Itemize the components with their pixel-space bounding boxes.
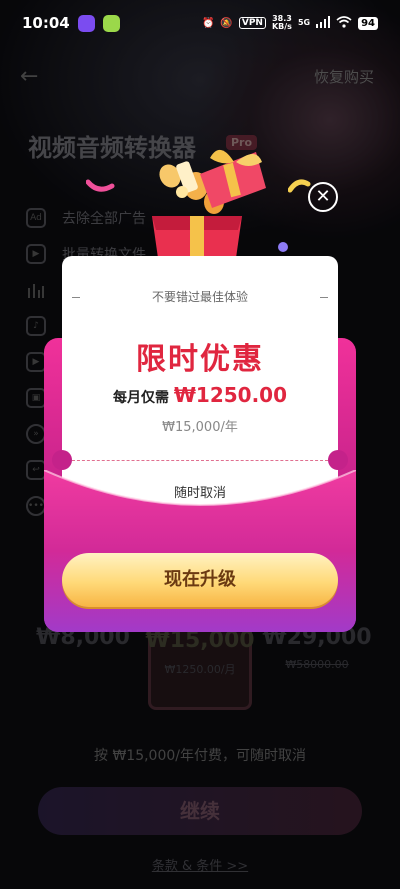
offer-headline: 限时优惠 [136,342,264,377]
ticket-divider [72,460,328,461]
ticket-notch [328,450,348,470]
monthly-amount: ₩1250.00 [173,383,288,407]
confetti-icon [86,179,115,192]
offer-yearly-price: ₩15,000/年 [162,420,238,435]
notification-app-icon [77,14,95,32]
vpn-badge: VPN [238,17,266,29]
signal-icon [316,15,331,31]
alarm-icon: ⏰ [201,17,215,29]
upgrade-now-button[interactable]: 现在升级 [62,553,338,607]
network-type: 5G [297,18,311,27]
confetti-dot-icon [278,242,288,252]
notification-app-icon [102,14,120,32]
offer-tagline: 不要错过最佳体验 [151,290,248,304]
clock: 10:04 [22,14,70,32]
ticket-notch [52,450,72,470]
speed-unit: KB/s [271,22,292,31]
battery-indicator: 94 [358,16,378,30]
close-popup-button[interactable]: ✕ [308,182,338,212]
wifi-icon [336,15,352,31]
limited-offer-popup: ✕ 不要错过最佳体验 限时优惠 每月仅需 ₩1250.00 ₩15,000/年 … [0,0,400,889]
status-bar: 10:04 ⏰ 🔕 VPN 38.3 KB/s 5G 94 [0,0,400,46]
offer-monthly-price: 每月仅需 ₩1250.00 [62,383,338,407]
mute-icon: 🔕 [220,17,233,29]
envelope-front [44,470,356,632]
monthly-prefix: 每月仅需 [112,390,169,406]
network-speed: 38.3 KB/s [272,15,292,31]
